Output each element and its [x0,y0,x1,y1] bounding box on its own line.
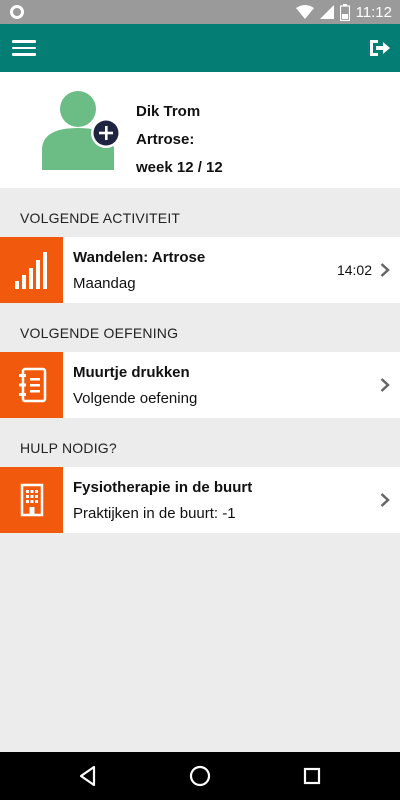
help-subtitle: Praktijken in de buurt: -1 [73,505,236,522]
profile-card: Dik Trom Artrose: week 12 / 12 [0,72,400,188]
back-icon[interactable] [76,764,100,788]
status-icons: 11:12 [295,3,392,21]
notebook-icon [18,367,46,403]
activity-time: 14:02 [336,262,372,278]
activity-card[interactable]: Wandelen: Artrose Maandag 14:02 [0,237,400,303]
recents-icon[interactable] [300,764,324,788]
exercise-icon-box [0,352,63,418]
activity-icon-box [0,237,63,303]
signal-bars-icon [14,252,47,289]
wifi-icon [295,5,314,19]
avatar-add-icon[interactable] [40,90,122,170]
chevron-right-icon [380,263,390,277]
menu-icon[interactable] [12,37,36,59]
section-header-help: HULP NODIG? [20,440,117,456]
signal-icon [319,5,334,19]
chevron-right-icon [380,378,390,392]
logout-icon[interactable] [366,36,392,60]
exercise-subtitle: Volgende oefening [73,390,198,407]
clock: 11:12 [355,3,392,21]
system-nav-bar [0,752,400,800]
section-header-exercise: VOLGENDE OEFENING [20,325,179,341]
chevron-right-icon [380,493,390,507]
battery-icon [339,3,350,21]
app-bar [0,24,400,72]
patient-name: Dik Trom [136,103,201,120]
section-header-activity: VOLGENDE ACTIVITEIT [20,210,181,226]
help-icon-box [0,467,63,533]
activity-title: Wandelen: Artrose [73,249,206,266]
exercise-title: Muurtje drukken [73,364,190,381]
notification-dot-icon [10,5,24,19]
condition-label: Artrose: [136,131,195,148]
home-icon[interactable] [188,764,212,788]
building-icon [20,483,43,517]
activity-day: Maandag [73,275,136,292]
week-progress: week 12 / 12 [136,159,223,176]
help-title: Fysiotherapie in de buurt [73,479,253,496]
status-bar: 11:12 [0,0,400,24]
help-card[interactable]: Fysiotherapie in de buurt Praktijken in … [0,467,400,533]
exercise-card[interactable]: Muurtje drukken Volgende oefening [0,352,400,418]
